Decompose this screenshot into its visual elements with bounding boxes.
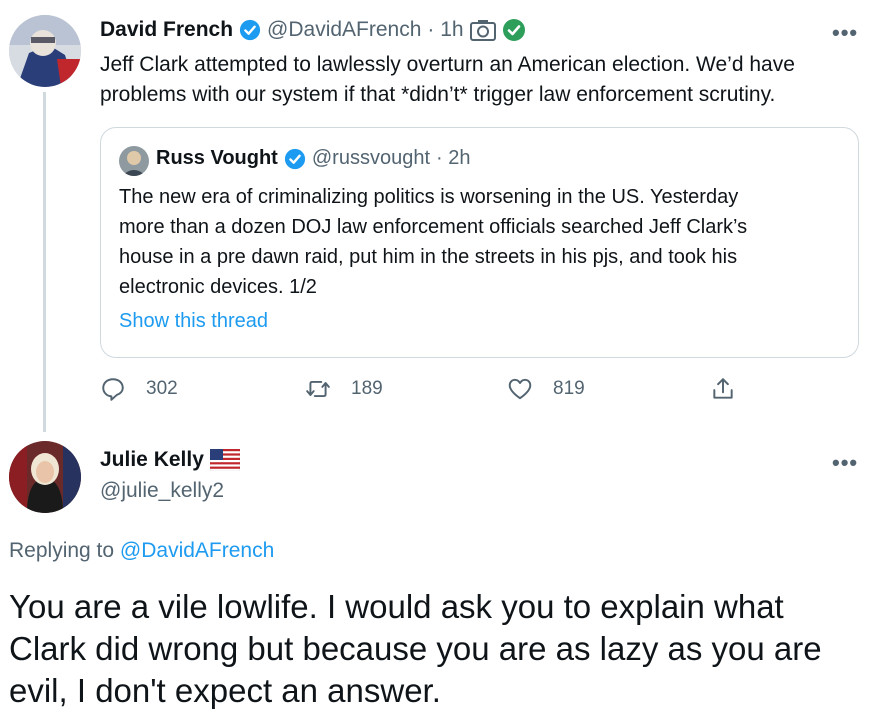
replying-to-label: Replying to [9, 539, 115, 562]
julie-kelly-avatar[interactable] [9, 441, 81, 513]
checkmark-emoji-icon [502, 19, 525, 41]
reply-author-handle[interactable]: @julie_kelly2 [100, 479, 224, 503]
verified-badge-icon [284, 148, 305, 169]
reply-text-line: You are a vile lowlife. I would ask you … [9, 588, 784, 625]
quoted-tweet-header: Russ Vought @russvought · 2h [156, 147, 470, 170]
replying-to-handle-link[interactable]: @DavidAFrench [120, 539, 274, 562]
tweet-text: Jeff Clark attempted to lawlessly overtu… [100, 50, 795, 110]
verified-badge-icon [239, 19, 261, 41]
reply-text: You are a vile lowlife. I would ask you … [9, 586, 822, 712]
like-count: 819 [553, 378, 585, 399]
quoted-text-line: electronic devices. 1/2 [119, 276, 317, 298]
quoted-author-name: Russ Vought [156, 147, 278, 169]
david-french-avatar[interactable] [9, 15, 81, 87]
quoted-text-line: more than a dozen DOJ law enforcement of… [119, 216, 748, 238]
reply-header: Julie Kelly [100, 448, 240, 472]
tweet-header: David French @DavidAFrench · 1h [100, 18, 526, 42]
reply-action[interactable]: 302 [100, 376, 178, 402]
share-icon [713, 378, 733, 399]
russ-vought-avatar [119, 146, 149, 176]
quoted-text-line: house in a pre dawn raid, put him in the… [119, 246, 738, 268]
retweet-icon [306, 380, 330, 398]
thread-connector-line [43, 92, 46, 432]
camera-icon [469, 20, 496, 41]
retweet-action[interactable]: 189 [305, 376, 383, 402]
retweet-count: 189 [351, 378, 383, 399]
tweet-timestamp[interactable]: · 1h [427, 18, 463, 42]
quoted-author-handle: @russvought [311, 147, 430, 169]
replying-to-line: Replying to @DavidAFrench [9, 539, 274, 563]
more-options-icon[interactable]: ••• [832, 20, 858, 46]
tweet-text-line: Jeff Clark attempted to lawlessly overtu… [100, 53, 795, 76]
heart-icon [508, 378, 532, 400]
quoted-tweet-timestamp: · 2h [436, 147, 471, 169]
reply-icon [102, 378, 124, 401]
like-action[interactable]: 819 [507, 376, 585, 402]
reply-text-line: evil, I don't expect an answer. [9, 672, 441, 709]
author-handle[interactable]: @DavidAFrench [267, 18, 421, 42]
reply-count: 302 [146, 378, 178, 399]
quoted-tweet-text: The new era of criminalizing politics is… [119, 182, 747, 302]
us-flag-icon [209, 449, 240, 471]
reply-author-name[interactable]: Julie Kelly [100, 448, 204, 472]
share-action[interactable] [710, 376, 736, 402]
tweet-text-line: problems with our system if that *didn’t… [100, 83, 776, 106]
reply-text-line: Clark did wrong but because you are as l… [9, 630, 822, 667]
quoted-text-line: The new era of criminalizing politics is… [119, 186, 739, 208]
reply-more-options-icon[interactable]: ••• [832, 450, 858, 476]
show-thread-link[interactable]: Show this thread [119, 310, 268, 333]
author-name[interactable]: David French [100, 18, 233, 42]
